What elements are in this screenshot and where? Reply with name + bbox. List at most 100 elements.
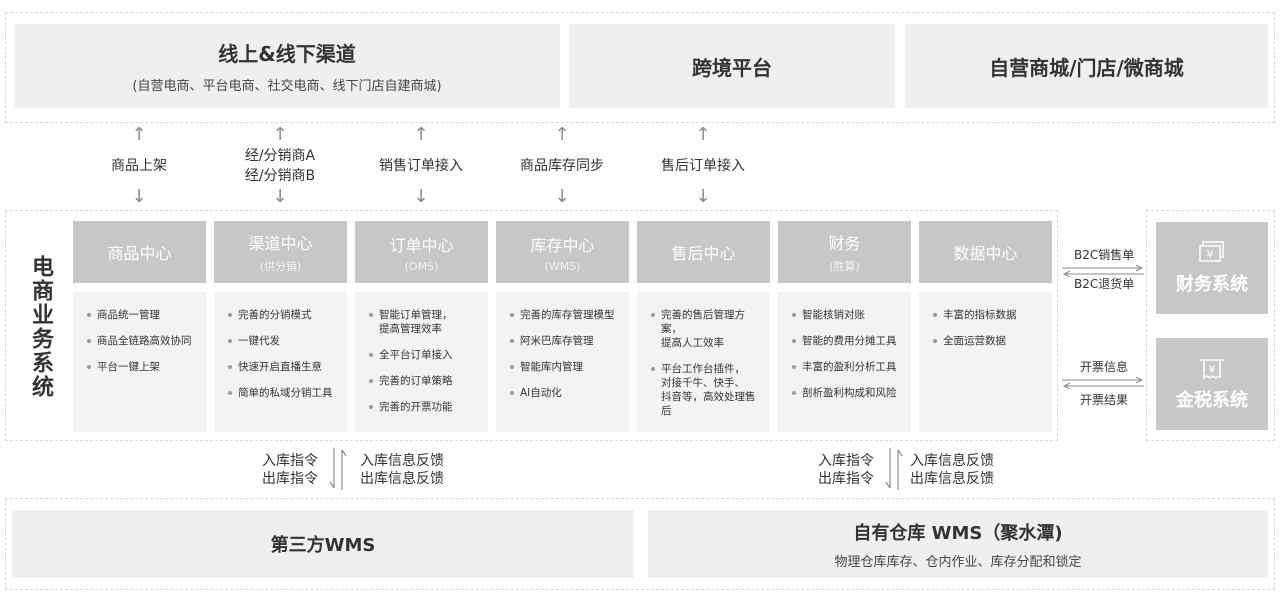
channel-cross-border: 跨境平台 (569, 24, 895, 108)
finance-system-box: ¥ 财务系统 (1156, 222, 1268, 314)
module-name: 库存中心 (530, 235, 595, 255)
wms-left-down-1: 入库指令 (262, 453, 318, 469)
wms-left-down-2: 出库指令 (262, 471, 318, 487)
tax-flow-bottom-label: 开票结果 (1080, 393, 1129, 407)
channel-flow: ↑ 经/分销商A 经/分销商B ↓ (220, 126, 340, 206)
module-feature-item: 丰富的盈利分析工具 (790, 360, 903, 374)
module-body: 智能核销对账 智能的费用分摊工具 丰富的盈利分析工具 剖析盈利构成和风险 (778, 292, 911, 432)
module-feature-item: 商品统一管理 (85, 308, 198, 322)
channel-online-offline: 线上&线下渠道 (自营电商、平台电商、社交电商、线下门店自建商城) (14, 24, 560, 108)
module-name: 财务 (828, 234, 861, 253)
tax-system-box: ¥ 金税系统 (1156, 338, 1268, 430)
module-header: 财务 (胜算) (778, 221, 911, 283)
module-feature-item: 完善的订单策略 (367, 374, 480, 388)
module-feature-item: 阿米巴库存管理 (508, 334, 621, 348)
finance-flow-top-label: B2C销售单 (1074, 248, 1135, 262)
tax-system-name: 金税系统 (1176, 390, 1248, 411)
module-subtitle: (胜算) (829, 260, 860, 273)
module-name: 数据中心 (953, 244, 1018, 263)
arrow-up-icon: ↑ (695, 124, 711, 145)
wms-right-up-2: 出库信息反馈 (910, 471, 994, 487)
module-feature-item: 完善的开票功能 (367, 400, 480, 414)
own-wms-subtitle: 物理仓库库存、仓内作业、库存分配和锁定 (834, 554, 1082, 570)
module-body: 智能订单管理， 提高管理效率 全平台订单接入 完善的订单策略 完善的开票功能 (355, 292, 488, 432)
module-name: 售后中心 (671, 244, 736, 263)
module-header: 订单中心 (OMS) (355, 221, 488, 283)
wms-right-up-1: 入库信息反馈 (910, 453, 994, 469)
channel-flow-label-line: 经/分销商B (244, 168, 316, 184)
module-subtitle: (供分销) (259, 260, 302, 273)
module-header: 渠道中心 (供分销) (214, 221, 347, 283)
module-feature-list: 丰富的指标数据 全面运营数据 (931, 308, 1044, 348)
arrow-up-icon: ↑ (131, 124, 147, 145)
module-subtitle: (WMS) (544, 259, 581, 273)
module-name: 商品中心 (107, 244, 172, 263)
arrow-up-icon: ↑ (554, 124, 570, 145)
channel-own-mall-title: 自营商城/门店/微商城 (989, 55, 1184, 80)
channel-flow-label: 经/分销商A 经/分销商B (245, 146, 315, 186)
module-feature-item: AI自动化 (508, 386, 621, 400)
module-body: 丰富的指标数据 全面运营数据 (919, 292, 1052, 432)
arrow-up-icon: ↑ (272, 124, 288, 145)
wms-left-up-labels: 入库信息反馈 出库信息反馈 (360, 452, 470, 488)
module-feature-item: 快速开启直播生意 (226, 360, 339, 374)
module-feature-item: 简单的私域分销工具 (226, 386, 339, 400)
tax-flow-arrows (1060, 374, 1146, 390)
svg-text:¥: ¥ (1207, 248, 1214, 261)
channel-flow-label: 售后订单接入 (661, 156, 745, 176)
third-party-wms-title: 第三方WMS (270, 535, 376, 556)
arrow-down-icon: ↓ (272, 186, 288, 207)
module-header: 售后中心 (637, 221, 770, 283)
channel-flow-label-line: 商品库存同步 (520, 158, 604, 174)
arrow-down-icon: ↓ (413, 186, 429, 207)
bidirectional-arrow-icon (329, 448, 347, 490)
receipt-icon: ¥ (1200, 359, 1224, 380)
arrow-down-icon: ↓ (695, 186, 711, 207)
channel-flow: ↑ 售后订单接入 ↓ (643, 126, 763, 206)
channel-flow-label: 商品库存同步 (520, 156, 604, 176)
module-feature-item: 全面运营数据 (931, 334, 1044, 348)
module-feature-item: 智能的费用分摊工具 (790, 334, 903, 348)
arrow-down-icon: ↓ (554, 186, 570, 207)
svg-text:¥: ¥ (1209, 363, 1216, 376)
module-header: 库存中心 (WMS) (496, 221, 629, 283)
module-feature-item: 智能订单管理， 提高管理效率 (367, 308, 480, 336)
channel-online-offline-title: 线上&线下渠道 (218, 42, 356, 66)
wms-left-up-1: 入库信息反馈 (360, 453, 444, 469)
arrow-down-icon: ↓ (131, 186, 147, 207)
module-feature-item: 一键代发 (226, 334, 339, 348)
wms-right-arrows (882, 446, 906, 492)
finance-flow-bottom-label: B2C退货单 (1074, 277, 1135, 291)
finance-system-name: 财务系统 (1176, 274, 1248, 295)
platform-title-box: 电商业务系统 (14, 222, 66, 432)
channel-flow-label-line: 售后订单接入 (661, 158, 745, 174)
wms-right-down-2: 出库指令 (818, 471, 874, 487)
wms-right-down-labels: 入库指令 出库指令 (804, 452, 874, 488)
channel-own-mall: 自营商城/门店/微商城 (905, 24, 1268, 108)
own-wms-title: 自有仓库 WMS（聚水潭) (853, 522, 1063, 544)
wms-right-up-labels: 入库信息反馈 出库信息反馈 (910, 452, 1020, 488)
channel-flow-label-line: 经/分销商A (244, 148, 316, 164)
channel-cross-border-title: 跨境平台 (692, 55, 772, 80)
module-header: 商品中心 (73, 221, 206, 283)
own-wms-box: 自有仓库 WMS（聚水潭) 物理仓库库存、仓内作业、库存分配和锁定 (648, 510, 1268, 578)
module-subtitle: (OMS) (404, 259, 439, 273)
module-body: 完善的售后管理方案， 提高人工效率 平台工作台插件， 对接千牛、快手、 抖音等，高… (637, 292, 770, 432)
module-body: 完善的库存管理模型 阿米巴库存管理 智能库内管理 AI自动化 (496, 292, 629, 432)
bidirectional-arrow-icon (885, 448, 903, 490)
arrow-up-icon: ↑ (413, 124, 429, 145)
wms-right-down-1: 入库指令 (818, 453, 874, 469)
module-feature-item: 智能核销对账 (790, 308, 903, 322)
module-feature-list: 商品统一管理 商品全链路高效协同 平台一键上架 (85, 308, 198, 374)
module-header: 数据中心 (919, 221, 1052, 283)
platform-title: 电商业务系统 (28, 255, 53, 399)
module-feature-list: 智能订单管理， 提高管理效率 全平台订单接入 完善的订单策略 完善的开票功能 (367, 308, 480, 414)
channel-online-offline-subtitle: (自营电商、平台电商、社交电商、线下门店自建商城) (132, 79, 442, 94)
module-feature-item: 商品全链路高效协同 (85, 334, 198, 348)
module-feature-list: 完善的售后管理方案， 提高人工效率 平台工作台插件， 对接千牛、快手、 抖音等，高… (649, 308, 762, 418)
module-feature-item: 完善的库存管理模型 (508, 308, 621, 322)
channel-flow-label-line: 销售订单接入 (379, 158, 463, 174)
finance-flow-arrows (1060, 262, 1146, 278)
module-feature-list: 完善的分销模式 一键代发 快速开启直播生意 简单的私域分销工具 (226, 308, 339, 400)
money-card-icon: ¥ (1199, 241, 1224, 262)
